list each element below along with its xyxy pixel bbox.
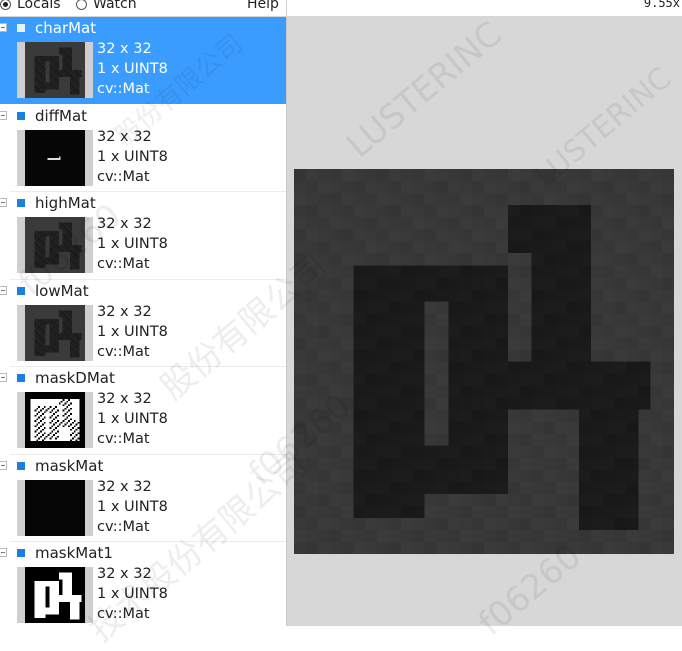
variable-size: 32 x 32 <box>97 216 152 232</box>
variable-type-icon <box>17 199 25 207</box>
variable-type: cv::Mat <box>97 518 150 535</box>
variable-type-icon <box>17 286 25 295</box>
watch-label: Watch <box>93 0 137 12</box>
variable-item-diffMat[interactable]: diffMat 32 x 32 1 x UINT8 cv::Mat <box>0 105 286 192</box>
variable-name: maskMat <box>35 456 104 475</box>
variable-type: cv::Mat <box>97 81 150 97</box>
variable-type-icon <box>17 24 25 32</box>
collapse-icon[interactable] <box>0 285 7 295</box>
variable-item-lowMat[interactable]: lowMat 32 x 32 1 x UINT8 cv::Mat <box>0 280 286 367</box>
variable-name: diffMat <box>35 106 88 125</box>
variable-name: highMat <box>35 194 96 212</box>
collapse-icon[interactable] <box>0 460 7 470</box>
variable-size: 32 x 32 <box>97 303 152 320</box>
variable-type: cv::Mat <box>97 431 150 447</box>
variable-info: 32 x 32 1 x UINT8 cv::Mat <box>97 127 168 187</box>
collapse-icon[interactable] <box>0 548 7 557</box>
variable-size: 32 x 32 <box>97 478 152 495</box>
collapse-icon[interactable] <box>0 110 7 120</box>
variable-thumbnail[interactable] <box>17 217 93 273</box>
radio-selected-icon <box>0 0 11 10</box>
watch-radio[interactable]: Watch <box>76 0 137 16</box>
variable-type-icon <box>17 549 25 557</box>
variable-channels: 1 x UINT8 <box>97 586 168 602</box>
variable-name: charMat <box>35 19 97 37</box>
radio-unselected-icon <box>76 0 87 10</box>
thumbnail-image <box>25 479 85 536</box>
variable-item-maskMat1[interactable]: maskMat1 32 x 32 1 x UINT8 cv::Mat <box>0 542 286 626</box>
variable-type-icon <box>17 374 25 382</box>
variable-name: maskDMat <box>35 369 115 387</box>
variable-type: cv::Mat <box>97 606 150 622</box>
variable-item-charMat[interactable]: charMat 32 x 32 1 x UINT8 cv::Mat <box>0 17 286 104</box>
variable-name: maskMat1 <box>35 544 113 562</box>
variable-thumbnail[interactable] <box>17 567 93 623</box>
variable-type: cv::Mat <box>97 256 150 272</box>
variable-info: 32 x 32 1 x UINT8 cv::Mat <box>97 564 168 624</box>
variable-item-maskMat[interactable]: maskMat 32 x 32 1 x UINT8 cv::Mat <box>0 455 286 542</box>
thumbnail-image <box>25 567 85 623</box>
top-toolbar: Locals Watch Help 9.55x <box>0 0 682 17</box>
thumbnail-image <box>25 392 85 448</box>
image-viewer[interactable] <box>287 17 682 626</box>
variable-item-maskDMat[interactable]: maskDMat 32 x 32 1 x UINT8 cv::Mat <box>0 367 286 454</box>
variable-thumbnail[interactable] <box>17 129 93 186</box>
variable-info: 32 x 32 1 x UINT8 cv::Mat <box>97 39 168 99</box>
variable-channels: 1 x UINT8 <box>97 148 168 165</box>
collapse-icon[interactable] <box>0 198 7 207</box>
variable-type-icon <box>17 111 25 120</box>
variable-size: 32 x 32 <box>97 128 152 145</box>
locals-label: Locals <box>17 0 61 12</box>
thumbnail-image <box>25 217 85 273</box>
variable-info: 32 x 32 1 x UINT8 cv::Mat <box>97 389 168 449</box>
thumbnail-image <box>25 129 85 186</box>
help-menu[interactable]: Help <box>247 0 279 12</box>
variable-size: 32 x 32 <box>97 41 152 57</box>
variable-name: lowMat <box>35 281 89 300</box>
variable-thumbnail[interactable] <box>17 304 93 361</box>
variable-thumbnail[interactable] <box>17 392 93 448</box>
thumbnail-image <box>25 304 85 361</box>
image-canvas[interactable] <box>294 169 674 554</box>
variable-channels: 1 x UINT8 <box>97 323 168 340</box>
variable-channels: 1 x UINT8 <box>97 61 168 77</box>
variable-thumbnail[interactable] <box>17 42 93 98</box>
variable-list[interactable]: charMat 32 x 32 1 x UINT8 cv::Mat diffMa… <box>0 17 287 626</box>
collapse-icon[interactable] <box>0 23 7 32</box>
collapse-icon[interactable] <box>0 373 7 382</box>
variable-size: 32 x 32 <box>97 566 152 582</box>
variable-type: cv::Mat <box>97 343 150 360</box>
variable-info: 32 x 32 1 x UINT8 cv::Mat <box>97 477 168 537</box>
variable-size: 32 x 32 <box>97 391 152 407</box>
variable-channels: 1 x UINT8 <box>97 236 168 252</box>
thumbnail-image <box>25 42 85 98</box>
variable-channels: 1 x UINT8 <box>97 411 168 427</box>
variable-channels: 1 x UINT8 <box>97 498 168 515</box>
variable-item-highMat[interactable]: highMat 32 x 32 1 x UINT8 cv::Mat <box>0 192 286 279</box>
variable-type-icon <box>17 461 25 470</box>
zoom-level: 9.55x <box>643 0 680 10</box>
variable-thumbnail[interactable] <box>17 479 93 536</box>
variable-type: cv::Mat <box>97 168 150 185</box>
toolbar-divider <box>286 0 287 16</box>
variable-info: 32 x 32 1 x UINT8 cv::Mat <box>97 214 168 274</box>
locals-radio[interactable]: Locals <box>0 0 61 16</box>
variable-info: 32 x 32 1 x UINT8 cv::Mat <box>97 302 168 362</box>
